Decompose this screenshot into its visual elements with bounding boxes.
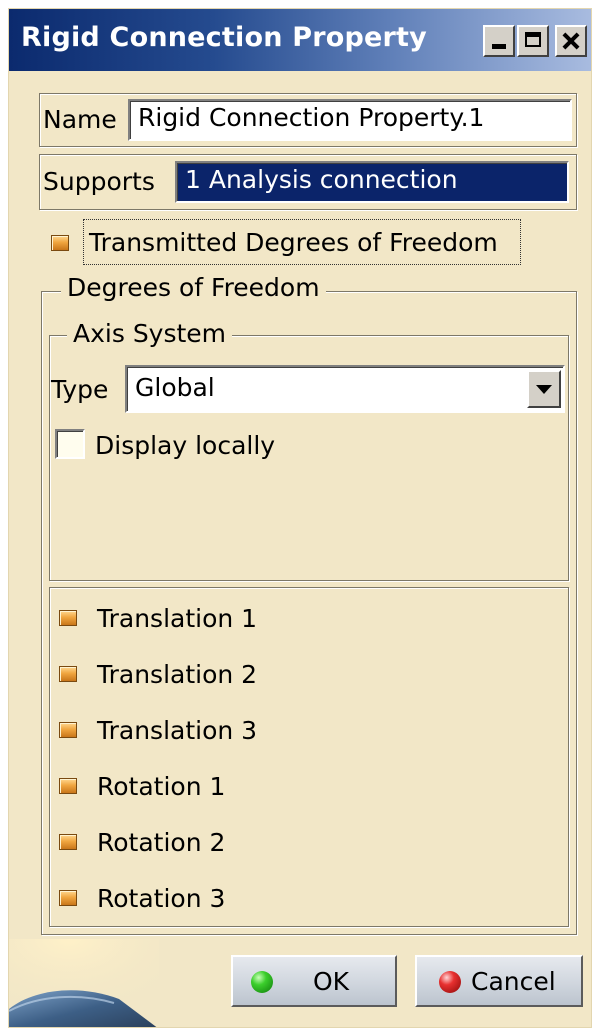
maximize-icon bbox=[519, 27, 547, 55]
close-button[interactable] bbox=[555, 25, 587, 57]
name-label: Name bbox=[43, 105, 117, 134]
rotation-2-label[interactable]: Rotation 2 bbox=[97, 828, 225, 858]
rotation-1-label[interactable]: Rotation 1 bbox=[97, 772, 225, 802]
name-input[interactable]: Rigid Connection Property.1 bbox=[128, 99, 572, 141]
translation-2-icon[interactable] bbox=[59, 666, 77, 682]
minimize-icon bbox=[485, 27, 513, 55]
translation-1-label[interactable]: Translation 1 bbox=[97, 604, 257, 634]
translation-1-icon[interactable] bbox=[59, 610, 77, 626]
transmitted-dof-label[interactable]: Transmitted Degrees of Freedom bbox=[89, 228, 498, 258]
cancel-label: Cancel bbox=[471, 967, 556, 996]
dialog-window: Rigid Connection Property Name Rigid Con… bbox=[8, 8, 592, 1028]
ok-label: OK bbox=[313, 967, 350, 996]
translation-3-icon[interactable] bbox=[59, 722, 77, 738]
dof-legend: Degrees of Freedom bbox=[61, 273, 326, 303]
ok-button[interactable]: OK bbox=[231, 955, 397, 1007]
display-locally-label[interactable]: Display locally bbox=[95, 431, 275, 461]
supports-label: Supports bbox=[43, 167, 155, 196]
translation-2-label[interactable]: Translation 2 bbox=[97, 660, 257, 690]
rotation-2-icon[interactable] bbox=[59, 834, 77, 850]
chevron-down-icon[interactable] bbox=[527, 370, 561, 408]
translation-3-label[interactable]: Translation 3 bbox=[97, 716, 257, 746]
dof-list bbox=[49, 587, 569, 927]
maximize-button[interactable] bbox=[517, 25, 549, 57]
close-icon bbox=[557, 27, 585, 55]
cancel-button[interactable]: Cancel bbox=[415, 955, 583, 1007]
transmitted-dof-icon[interactable] bbox=[51, 235, 69, 251]
type-label: Type bbox=[51, 375, 109, 404]
window-title: Rigid Connection Property bbox=[21, 22, 427, 53]
rotation-3-icon[interactable] bbox=[59, 890, 77, 906]
cancel-icon bbox=[439, 971, 461, 993]
supports-field[interactable]: 1 Analysis connection bbox=[175, 161, 569, 203]
rotation-3-label[interactable]: Rotation 3 bbox=[97, 884, 225, 914]
type-select[interactable]: Global bbox=[125, 365, 565, 413]
decorative-globe-icon bbox=[9, 939, 159, 1027]
minimize-button[interactable] bbox=[483, 25, 515, 57]
display-locally-checkbox[interactable] bbox=[55, 429, 85, 459]
title-bar[interactable]: Rigid Connection Property bbox=[9, 9, 591, 71]
ok-icon bbox=[251, 971, 273, 993]
rotation-1-icon[interactable] bbox=[59, 778, 77, 794]
axis-system-legend: Axis System bbox=[67, 319, 233, 349]
